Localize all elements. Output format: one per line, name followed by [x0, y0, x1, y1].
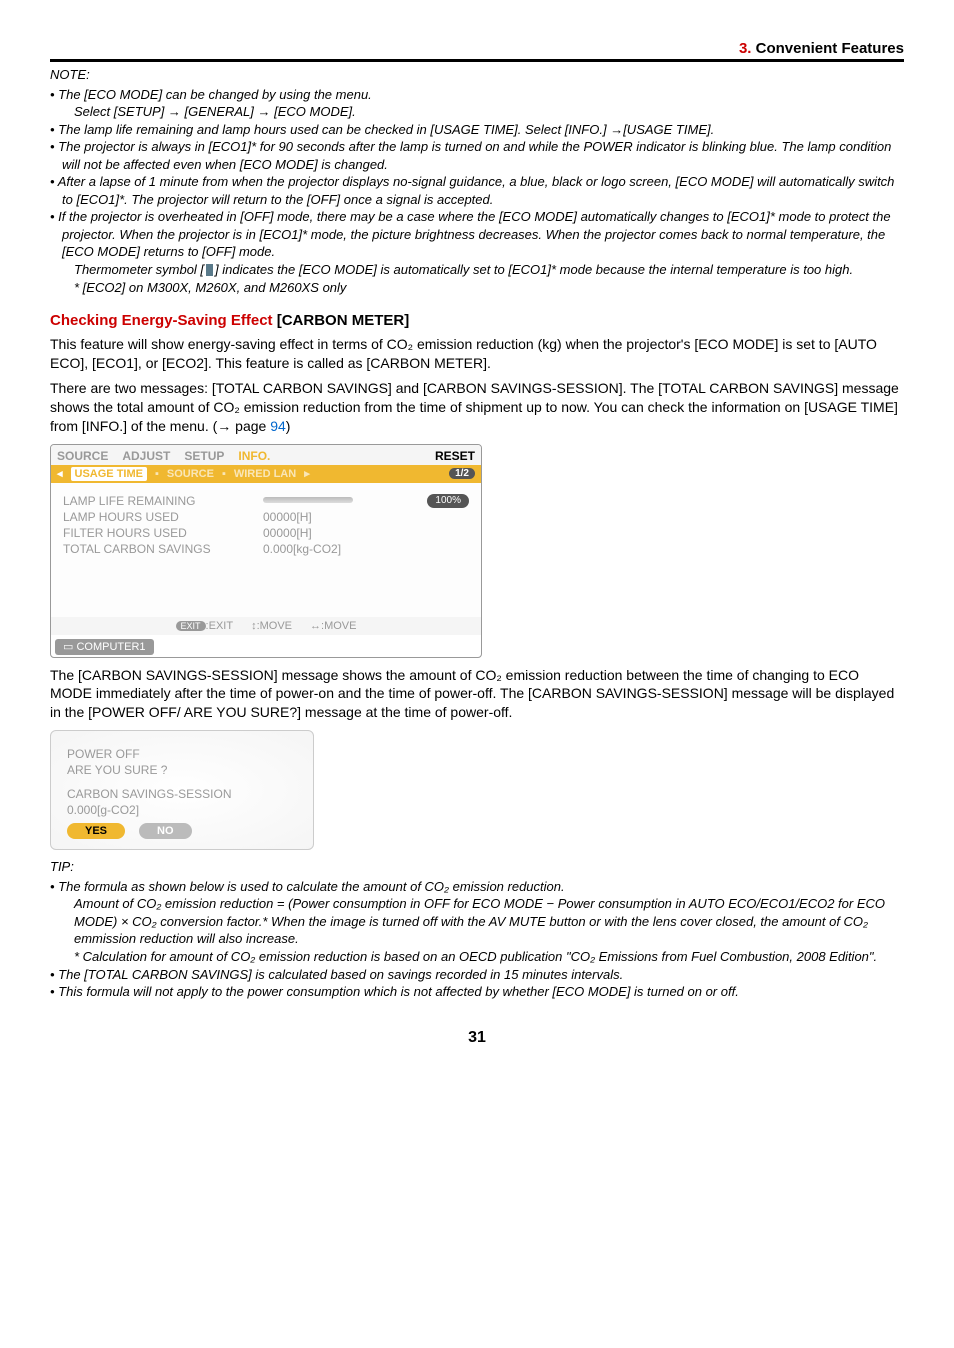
tab-adjust: ADJUST	[122, 449, 170, 463]
arrow-right-icon: ▸	[304, 467, 310, 480]
menu-row: TOTAL CARBON SAVINGS 0.000[kg-CO2]	[63, 541, 469, 557]
power-off-dialog: POWER OFF ARE YOU SURE ? CARBON SAVINGS-…	[50, 730, 314, 850]
tip-item: This formula will not apply to the power…	[50, 983, 904, 1001]
percent-badge: 100%	[427, 494, 469, 508]
paragraph: There are two messages: [TOTAL CARBON SA…	[50, 379, 904, 436]
tip-star: * Calculation for amount of CO₂ emission…	[62, 948, 904, 966]
note-item: After a lapse of 1 minute from when the …	[50, 173, 904, 208]
menu-source-row: ▭ COMPUTER1	[51, 635, 481, 657]
dialog-line: 0.000[g-CO2]	[67, 803, 297, 817]
menu-row: LAMP LIFE REMAINING 100%	[63, 493, 469, 509]
row-label: LAMP LIFE REMAINING	[63, 494, 263, 508]
dialog-line: ARE YOU SURE ?	[67, 763, 297, 777]
page-link[interactable]: 94	[270, 418, 286, 434]
subtab-dot: ▪	[222, 468, 226, 480]
chapter-header: 3. Convenient Features	[50, 40, 904, 60]
yes-button[interactable]: YES	[67, 823, 125, 839]
pager-badge: 1/2	[449, 468, 475, 479]
menu-subtabs: ◂ USAGE TIME ▪ SOURCE ▪ WIRED LAN ▸ 1/2	[51, 465, 481, 483]
divider	[50, 60, 904, 62]
no-button[interactable]: NO	[139, 823, 192, 839]
tip-item: The [TOTAL CARBON SAVINGS] is calculated…	[50, 966, 904, 984]
note-item: The [ECO MODE] can be changed by using t…	[50, 86, 904, 121]
chapter-title: Convenient Features	[756, 40, 904, 57]
exit-pill: EXIT	[176, 621, 206, 631]
dialog-line: CARBON SAVINGS-SESSION	[67, 787, 297, 801]
menu-row: LAMP HOURS USED 00000[H]	[63, 509, 469, 525]
dialog-line: POWER OFF	[67, 747, 297, 761]
tab-source: SOURCE	[57, 449, 108, 463]
menu-tabs: SOURCE ADJUST SETUP INFO. RESET	[51, 445, 481, 465]
arrow-left-icon: ◂	[57, 467, 63, 480]
menu-footer: EXIT:EXIT ↕:MOVE ↔:MOVE	[51, 617, 481, 635]
dialog-buttons: YES NO	[67, 823, 297, 839]
row-label: LAMP HOURS USED	[63, 510, 263, 524]
thermometer-icon	[206, 264, 213, 276]
tip-sub: Amount of CO₂ emission reduction = (Powe…	[62, 895, 904, 948]
row-label: TOTAL CARBON SAVINGS	[63, 542, 263, 556]
subtab-usage-time: USAGE TIME	[71, 467, 147, 481]
footer-move-h: ↔:MOVE	[310, 620, 356, 632]
row-value: 00000[H]	[263, 526, 469, 540]
paragraph: The [CARBON SAVINGS-SESSION] message sho…	[50, 666, 904, 723]
note-sub: Select [SETUP] → [GENERAL] → [ECO MODE].	[62, 103, 904, 121]
menu-body: LAMP LIFE REMAINING 100% LAMP HOURS USED…	[51, 483, 481, 617]
note-item: The lamp life remaining and lamp hours u…	[50, 121, 904, 139]
note-block: NOTE: The [ECO MODE] can be changed by u…	[50, 66, 904, 296]
tab-reset: RESET	[435, 449, 475, 463]
note-thermo: Thermometer symbol [] indicates the [ECO…	[62, 261, 904, 279]
progress-bar	[263, 497, 353, 503]
source-badge: ▭ COMPUTER1	[55, 639, 154, 655]
subtab-wired-lan: WIRED LAN	[234, 468, 296, 480]
subsection-heading: Checking Energy-Saving Effect [CARBON ME…	[50, 312, 904, 329]
row-label: FILTER HOURS USED	[63, 526, 263, 540]
tip-block: TIP: The formula as shown below is used …	[50, 858, 904, 1000]
footer-move-v: ↕:MOVE	[251, 620, 292, 632]
subtab-source: SOURCE	[167, 468, 214, 480]
note-item: The projector is always in [ECO1]* for 9…	[50, 138, 904, 173]
row-value: 00000[H]	[263, 510, 469, 524]
tip-item: The formula as shown below is used to ca…	[50, 878, 904, 966]
paragraph: This feature will show energy-saving eff…	[50, 335, 904, 373]
menu-row: FILTER HOURS USED 00000[H]	[63, 525, 469, 541]
tip-title: TIP:	[50, 858, 904, 876]
chapter-number: 3.	[739, 40, 752, 57]
page-number: 31	[50, 1029, 904, 1047]
tab-info: INFO.	[238, 449, 270, 463]
note-eco2: * [ECO2] on M300X, M260X, and M260XS onl…	[62, 279, 904, 297]
tab-setup: SETUP	[184, 449, 224, 463]
subtab-dot: ▪	[155, 468, 159, 480]
osd-menu-panel: SOURCE ADJUST SETUP INFO. RESET ◂ USAGE …	[50, 444, 482, 658]
note-item: If the projector is overheated in [OFF] …	[50, 208, 904, 296]
row-value: 0.000[kg-CO2]	[263, 542, 469, 556]
note-title: NOTE:	[50, 66, 904, 84]
